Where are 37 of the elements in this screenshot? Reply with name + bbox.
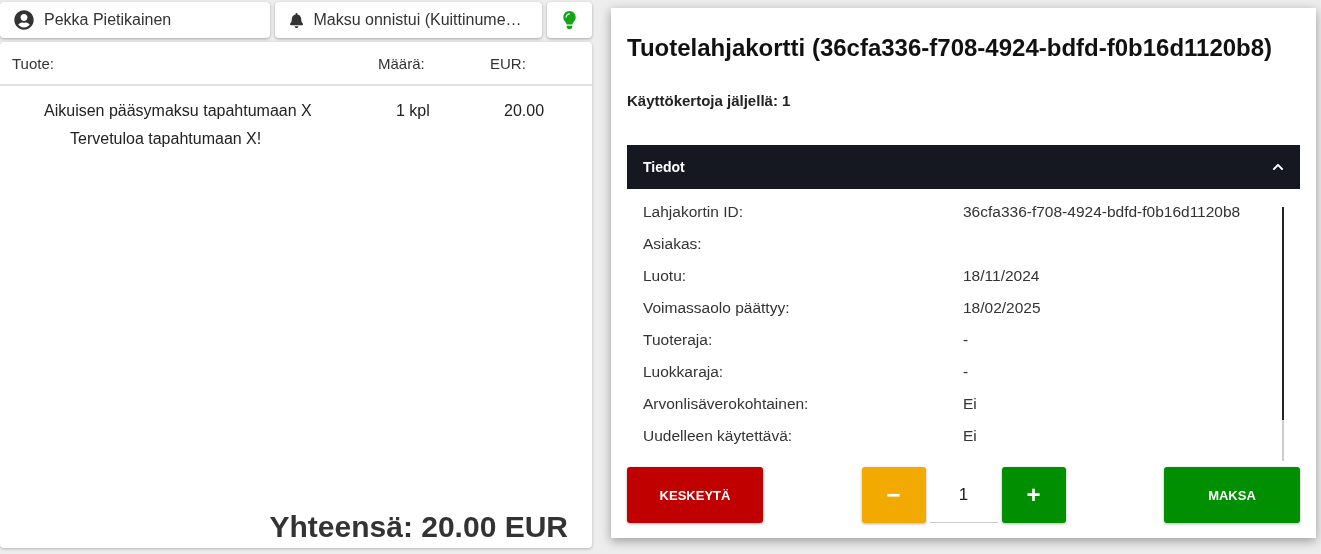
lightbulb-icon (561, 11, 578, 29)
detail-label: Luokkaraja: (643, 363, 725, 381)
detail-label: Tuoteraja: (643, 331, 714, 349)
lightbulb-button[interactable] (547, 2, 592, 38)
chevron-up-icon (1272, 161, 1284, 173)
quantity-cell-text: 1 kpl (395, 102, 431, 120)
details-accordion-header[interactable]: Tiedot (627, 145, 1300, 189)
uses-left-text: Käyttökertoja jäljellä: 1 (627, 92, 792, 109)
cancel-button[interactable]: KESKEYTÄ (627, 467, 763, 523)
column-header: Tuote: (12, 54, 55, 72)
price-cell-text: 20.00 (503, 102, 546, 120)
user-icon (14, 10, 34, 30)
total-text: Yhteensä: 20.00 EUR (269, 510, 568, 543)
detail-label: Uudelleen käytettävä: (643, 427, 794, 445)
increment-button[interactable]: + (1001, 467, 1066, 523)
detail-value: Ei (963, 427, 978, 445)
dialog-title: Tuotelahjakortti (36cfa336-f708-4924-bdfd-f0b16d1120b8) (627, 34, 1274, 62)
column-header: EUR: (490, 54, 527, 72)
product-name: Aikuisen pääsymaksu tapahtumaan X (44, 102, 313, 120)
detail-value: 18/02/2025 (963, 299, 1042, 317)
product-note: Tervetuloa tapahtumaan X! (70, 130, 262, 147)
scrollbar-thumb[interactable] (1282, 207, 1284, 421)
detail-value: 18/11/2024 (963, 267, 1041, 285)
detail-value: - (963, 363, 970, 381)
detail-label: Voimassaolo päättyy: (643, 299, 791, 317)
user-button[interactable]: Pekka Pietikainen (0, 2, 270, 38)
detail-label: Lahjakortin ID: (643, 203, 744, 221)
detail-value: - (963, 331, 970, 349)
detail-value: 36cfa336-f708-4924-bdfd-f0b16d1120b8 (963, 203, 1242, 221)
detail-label: Asiakas: (643, 235, 703, 253)
bell-icon (288, 12, 304, 28)
detail-value: Ei (963, 395, 978, 413)
detail-label: Luotu: (643, 267, 688, 285)
notification-button[interactable]: Maksu onnistui (Kuittinume… (274, 2, 542, 38)
column-header: Määrä: (378, 54, 426, 72)
detail-label: Arvonlisäverokohtainen: (643, 395, 810, 413)
pay-button[interactable]: MAKSA (1164, 467, 1300, 523)
